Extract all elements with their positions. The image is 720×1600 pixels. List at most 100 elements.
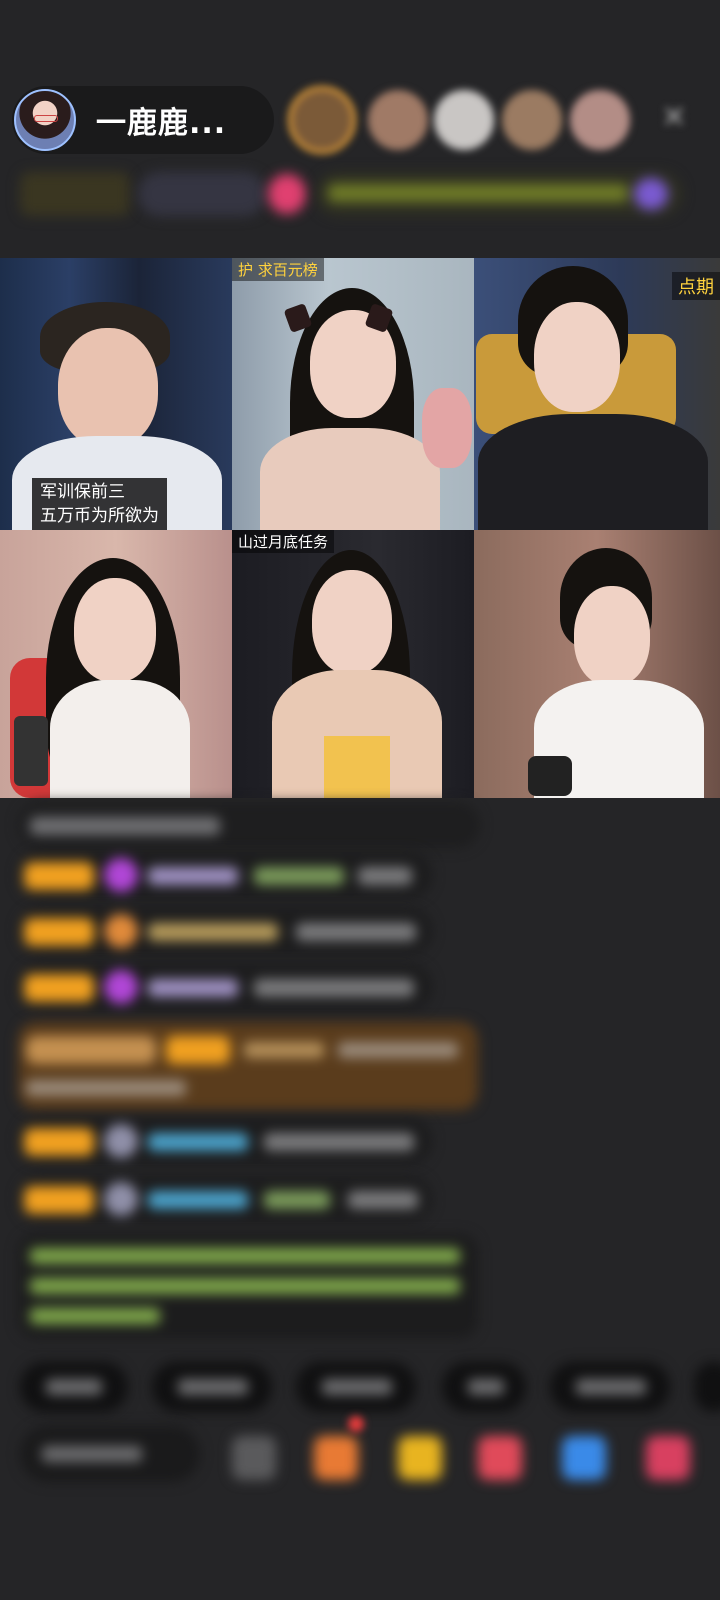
caption-line-1: 军训保前三 — [40, 482, 125, 502]
role-badge — [166, 1036, 230, 1064]
top-viewer-avatar[interactable] — [288, 86, 356, 154]
chat-message[interactable] — [18, 964, 432, 1010]
quick-reply-chip[interactable] — [550, 1362, 670, 1412]
notification-dot — [348, 1416, 364, 1432]
notice-text-line — [30, 1278, 460, 1294]
guest-face — [312, 570, 392, 674]
gift-box-icon[interactable] — [314, 1436, 358, 1480]
level-badge — [24, 974, 94, 1002]
viewer-avatar[interactable] — [368, 90, 428, 150]
tile-tag: 山过月底任务 — [232, 530, 335, 553]
guest-top — [324, 736, 390, 798]
emoji-icon[interactable] — [232, 1436, 276, 1480]
video-tile-2[interactable]: 护 求百元榜 — [232, 258, 474, 530]
highlighted-chat-message[interactable] — [18, 1022, 478, 1110]
notice-text-line — [30, 1248, 460, 1264]
tile-caption: 军训保前三 五万币为所欲为 — [32, 478, 167, 530]
guest-face — [534, 302, 620, 412]
viewer-avatar[interactable] — [434, 90, 494, 150]
guest-face — [574, 586, 650, 686]
guest-body — [260, 428, 440, 530]
announcement-banner[interactable] — [316, 172, 682, 216]
notice-text-line — [30, 1308, 160, 1324]
chat-message-text — [26, 1080, 186, 1096]
chat-message[interactable] — [18, 852, 432, 898]
chip-label — [178, 1379, 248, 1395]
chat-message[interactable] — [18, 1176, 432, 1222]
gem-icon — [104, 858, 138, 892]
gem-icon — [104, 970, 138, 1004]
tile-tag: 点期 — [672, 272, 720, 300]
guest-body — [478, 414, 708, 530]
video-tile-6[interactable] — [474, 530, 720, 798]
chat-message-text — [358, 867, 412, 885]
chat-username — [148, 867, 238, 885]
fan-badge-icon — [104, 914, 138, 948]
chat-message-text — [338, 1042, 458, 1058]
quick-reply-chip[interactable] — [442, 1362, 526, 1412]
gift-icon[interactable] — [268, 174, 306, 214]
rank-badge[interactable] — [20, 172, 130, 216]
host-info-pill[interactable]: 一鹿鹿... — [12, 86, 274, 154]
video-tile-1[interactable]: 军训保前三 五万币为所欲为 — [0, 258, 232, 530]
game-icon[interactable] — [562, 1436, 606, 1480]
quick-reply-chip[interactable] — [152, 1362, 272, 1412]
multi-guest-video-grid: 军训保前三 五万币为所欲为 护 求百元榜 点期 山过月底任务 — [0, 258, 720, 798]
chat-message-text — [30, 817, 220, 835]
level-badge — [26, 1036, 156, 1064]
quick-reply-chip[interactable] — [20, 1362, 128, 1412]
announcement-icon — [634, 178, 668, 210]
chat-message[interactable] — [18, 908, 432, 954]
video-tile-3[interactable]: 点期 — [474, 258, 720, 530]
chip-label — [468, 1379, 504, 1395]
tile-tag: 护 求百元榜 — [232, 258, 324, 281]
chat-username — [148, 979, 238, 997]
fan-badge-icon — [104, 1124, 138, 1158]
close-icon[interactable]: ✕ — [656, 100, 692, 136]
viewer-avatar[interactable] — [502, 90, 562, 150]
guest-body — [50, 680, 190, 798]
chip-label — [46, 1379, 102, 1395]
chat-username — [148, 923, 278, 941]
chat-username — [264, 1191, 330, 1209]
more-apps-icon[interactable] — [646, 1436, 690, 1480]
chat-message[interactable] — [18, 1118, 432, 1164]
level-badge — [24, 862, 94, 890]
chat-message-text — [348, 1191, 418, 1209]
chat-message[interactable] — [18, 802, 480, 848]
level-badge — [24, 918, 94, 946]
chat-username — [244, 1042, 324, 1058]
chat-message-text — [296, 923, 416, 941]
host-name: 一鹿鹿... — [96, 106, 227, 141]
video-tile-5[interactable]: 山过月底任务 — [232, 530, 474, 798]
chat-input-placeholder — [42, 1446, 142, 1462]
microphone — [14, 716, 48, 786]
video-tile-4[interactable] — [0, 530, 232, 798]
treasure-icon[interactable] — [398, 1436, 442, 1480]
caption-line-2: 五万币为所欲为 — [40, 506, 159, 526]
viewer-avatar[interactable] — [570, 90, 630, 150]
guest-face — [58, 328, 158, 448]
level-badge — [24, 1186, 94, 1214]
chip-label — [576, 1379, 646, 1395]
chat-message-text — [254, 979, 414, 997]
chat-username — [148, 1191, 248, 1209]
quick-reply-chip[interactable] — [296, 1362, 416, 1412]
chat-input[interactable] — [20, 1426, 200, 1482]
heart-gift-icon[interactable] — [478, 1436, 522, 1480]
host-avatar[interactable] — [14, 89, 76, 151]
quick-reply-chip[interactable] — [694, 1362, 720, 1412]
chat-message-text — [264, 1133, 414, 1151]
popularity-badge[interactable] — [138, 172, 266, 216]
chat-username — [254, 867, 344, 885]
chip-label — [322, 1379, 392, 1395]
guest-face — [74, 578, 156, 682]
fan-badge-icon — [104, 1182, 138, 1216]
plush-toy — [422, 388, 472, 468]
system-notice-message — [18, 1234, 478, 1338]
announcement-text — [328, 184, 628, 202]
level-badge — [24, 1128, 94, 1156]
chat-username — [148, 1133, 248, 1151]
avatar-glasses — [34, 115, 58, 122]
microphone — [528, 756, 572, 796]
